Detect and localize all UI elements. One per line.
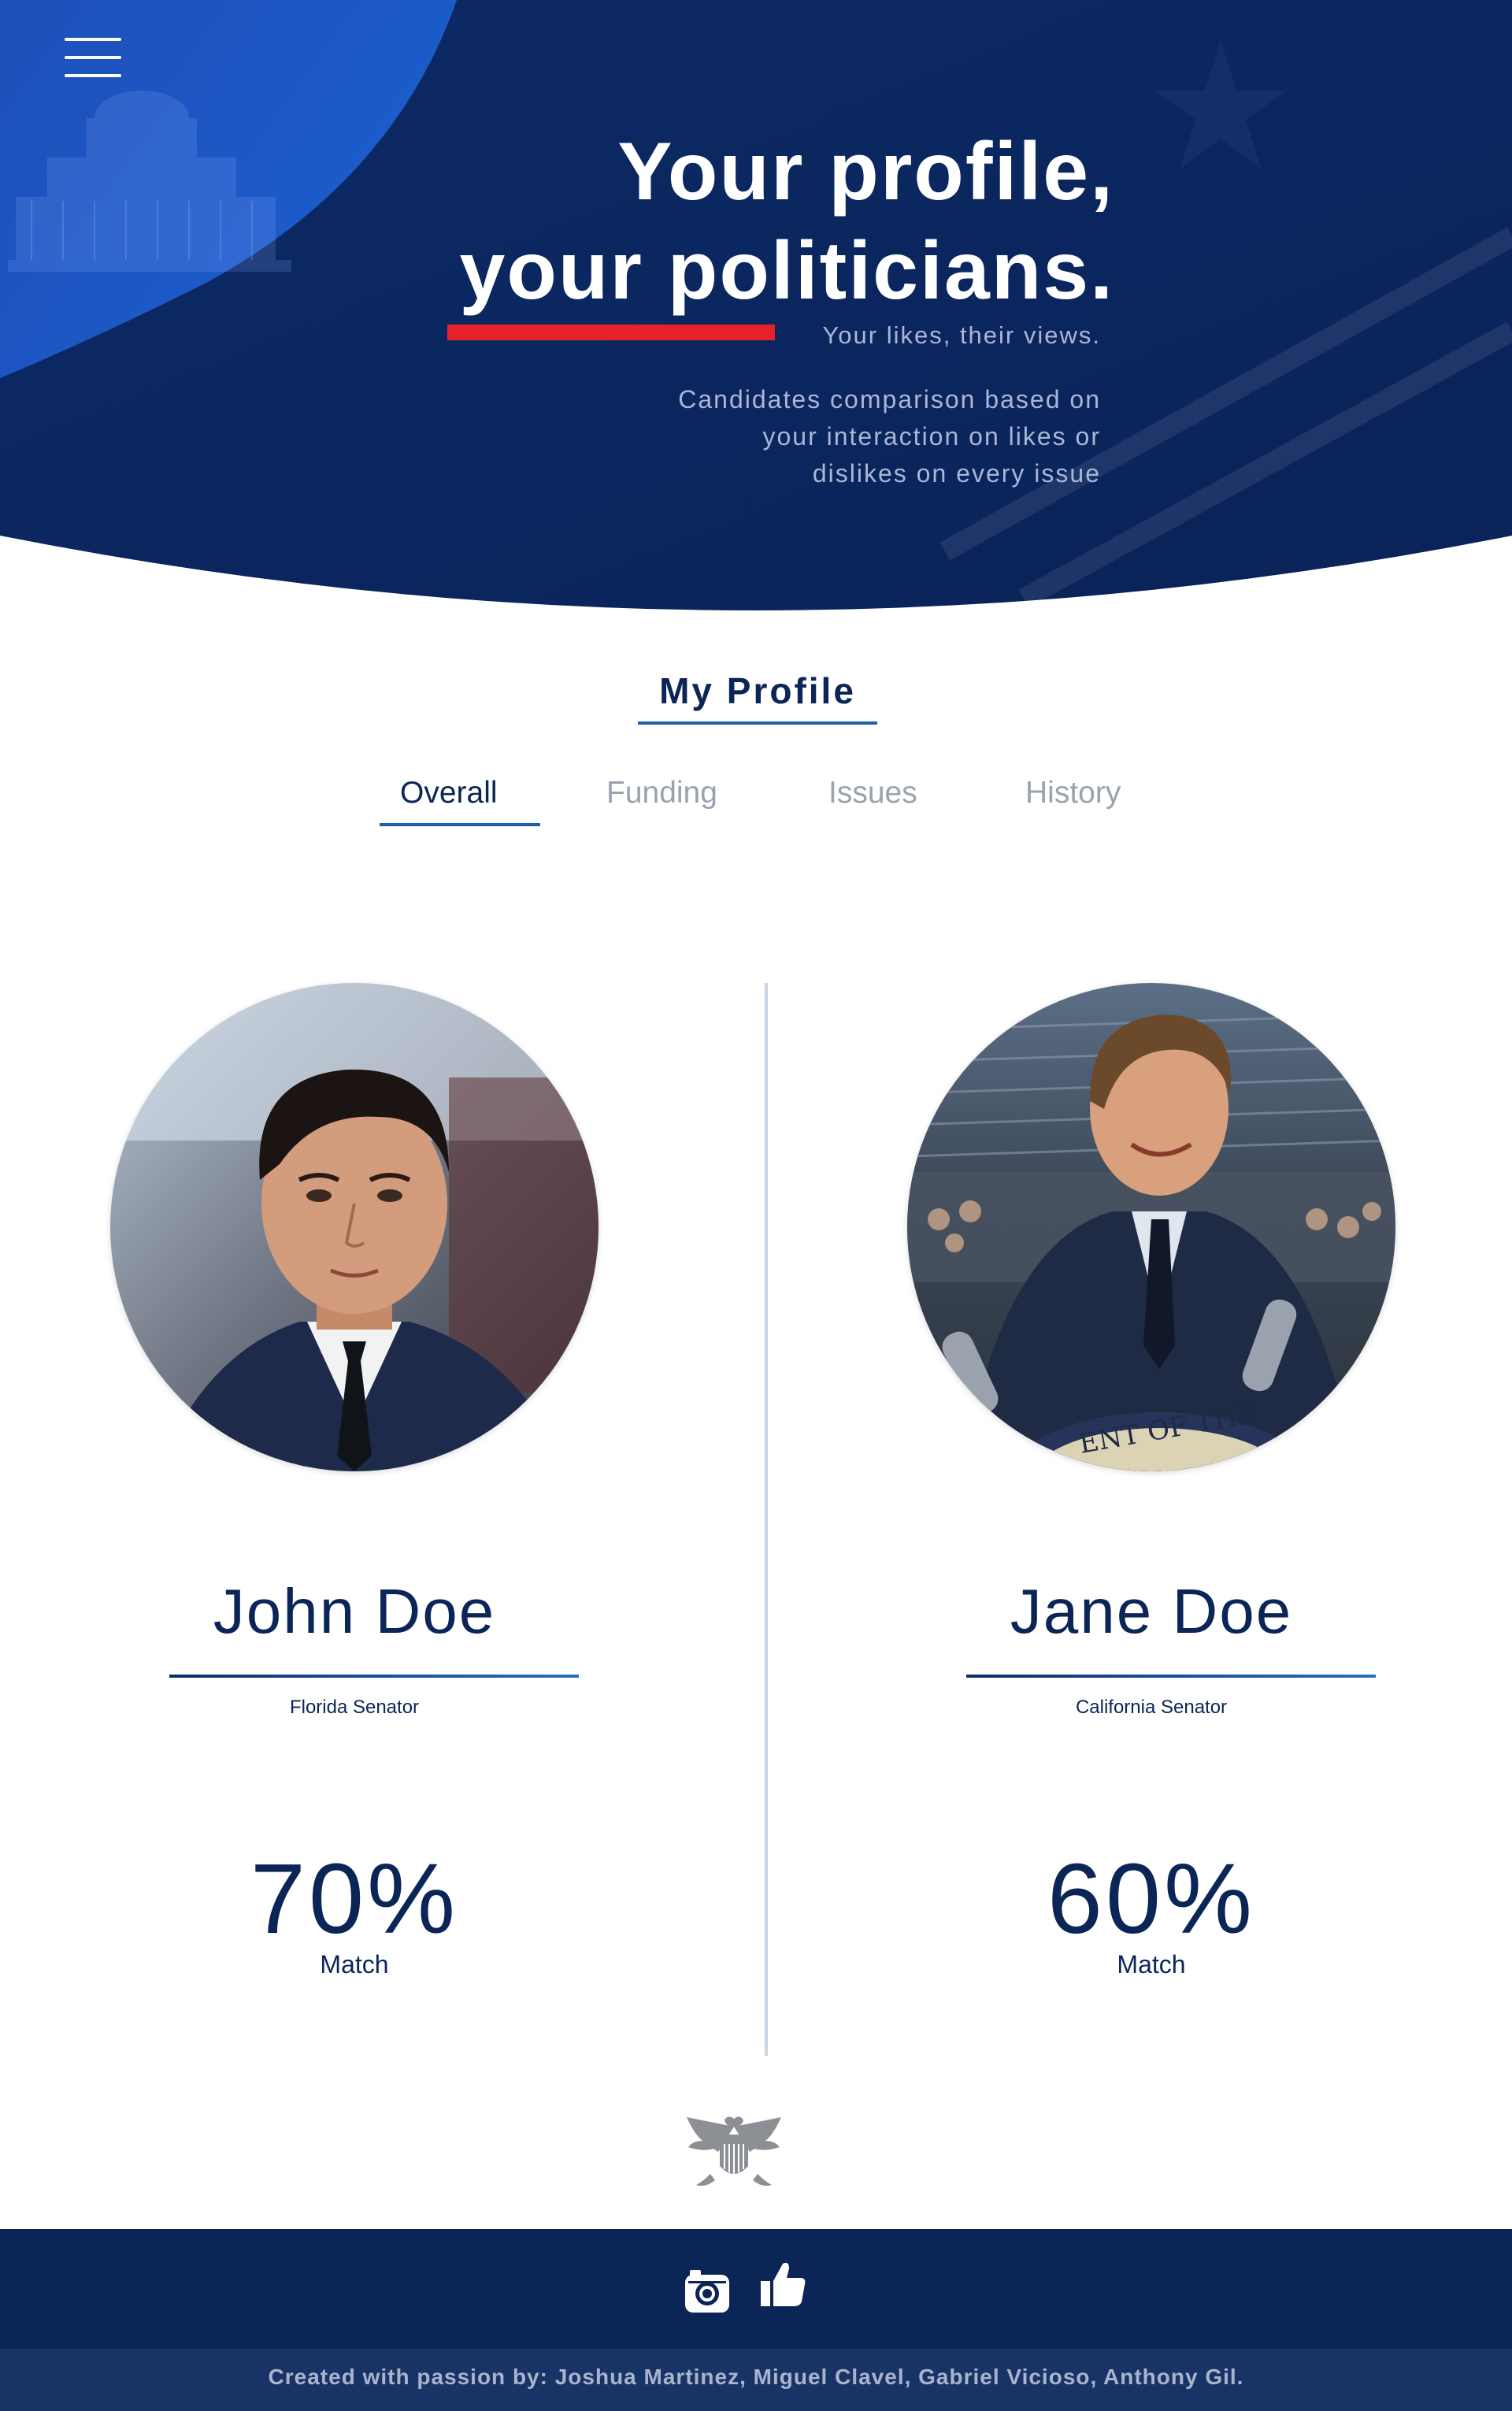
- social-icons: [682, 2257, 832, 2320]
- hero-description-line: dislikes on every issue: [812, 459, 1101, 488]
- match-label: Match: [320, 1950, 389, 1979]
- candidate-title: California Senator: [1075, 1697, 1228, 1718]
- name-underline: [966, 1675, 1376, 1678]
- active-tab-indicator: [380, 823, 540, 826]
- hero-tagline: Your likes, their views.: [822, 321, 1101, 349]
- menu-bar-icon: [65, 38, 121, 41]
- candidate-avatar[interactable]: ENT OF THE: [907, 983, 1395, 1471]
- candidate-title: Florida Senator: [289, 1697, 420, 1718]
- hero-description-line: Candidates comparison based on: [678, 385, 1101, 414]
- credits-bar: Created with passion by: Joshua Martinez…: [0, 2349, 1512, 2411]
- candidate-card: John Doe Florida Senator 70% Match: [102, 983, 606, 2007]
- hero-title-line: your politicians.: [459, 225, 1114, 317]
- hero-title: Your profile, your politicians.: [460, 122, 1114, 321]
- candidate-divider: [765, 983, 768, 2056]
- candidate-name: John Doe: [213, 1576, 496, 1646]
- credits-text: Created with passion by: Joshua Martinez…: [268, 2365, 1244, 2389]
- name-underline: [169, 1675, 579, 1678]
- red-accent-bar: [447, 325, 775, 340]
- menu-bar-icon: [65, 56, 121, 59]
- tab-overall[interactable]: Overall: [400, 776, 498, 810]
- portrait-image: ENT OF THE: [907, 983, 1395, 1471]
- footer: Created with passion by: Joshua Martinez…: [0, 2229, 1512, 2411]
- hamburger-menu-button[interactable]: [65, 35, 121, 80]
- tab-issues[interactable]: Issues: [828, 776, 917, 810]
- thumbs-up-icon[interactable]: [758, 2257, 808, 2312]
- candidate-card: ENT OF THE Jane Doe California Senator 6…: [899, 983, 1403, 2007]
- hero-description-line: your interaction on likes or: [762, 422, 1101, 451]
- candidate-avatar[interactable]: [110, 983, 598, 1471]
- menu-bar-icon: [65, 74, 121, 77]
- tab-history[interactable]: History: [1025, 776, 1121, 810]
- candidate-name: Jane Doe: [1010, 1576, 1293, 1646]
- profile-tabs: Overall Funding Issues History: [380, 776, 1167, 831]
- match-percent: 60%: [1047, 1843, 1256, 1954]
- presidential-seal-icon: [687, 2116, 781, 2187]
- section-title: My Profile: [638, 670, 877, 725]
- hero-title-line: Your profile,: [617, 126, 1114, 217]
- camera-icon[interactable]: [682, 2264, 732, 2320]
- tab-funding[interactable]: Funding: [606, 776, 717, 810]
- hero-description: Candidates comparison based on your inte…: [678, 381, 1101, 492]
- match-percent: 70%: [250, 1843, 459, 1954]
- portrait-image: [110, 983, 598, 1471]
- match-label: Match: [1117, 1950, 1186, 1979]
- hero-banner: Your profile, your politicians. Your lik…: [0, 0, 1512, 622]
